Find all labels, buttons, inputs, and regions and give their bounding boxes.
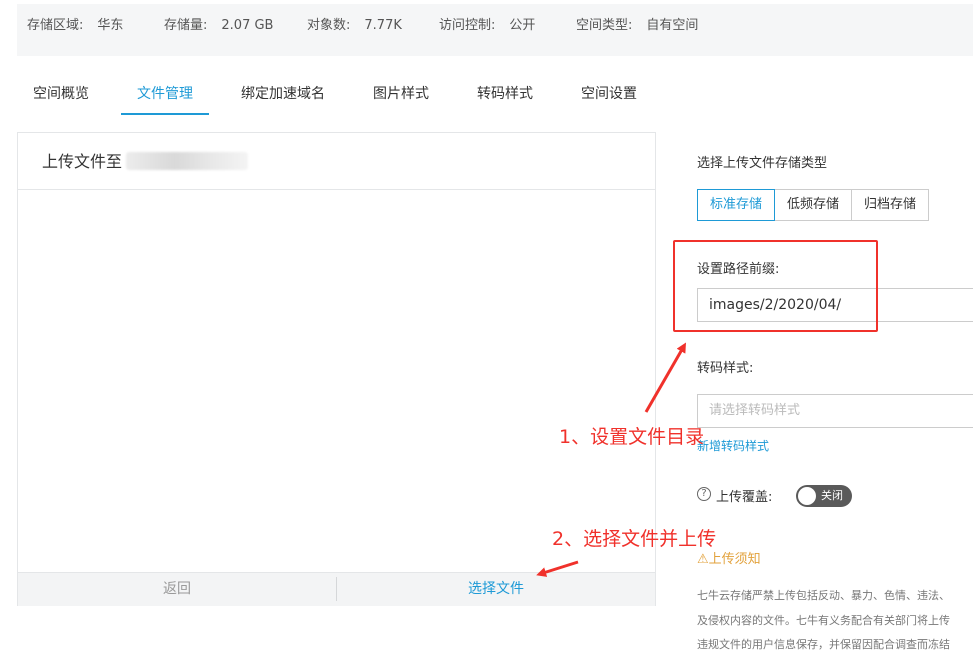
arrow-to-choose-file [536, 560, 579, 577]
storage-standard-option[interactable]: 标准存储 [697, 189, 776, 221]
annotation-arrows [536, 342, 686, 577]
arrow-to-path-prefix [644, 342, 686, 413]
